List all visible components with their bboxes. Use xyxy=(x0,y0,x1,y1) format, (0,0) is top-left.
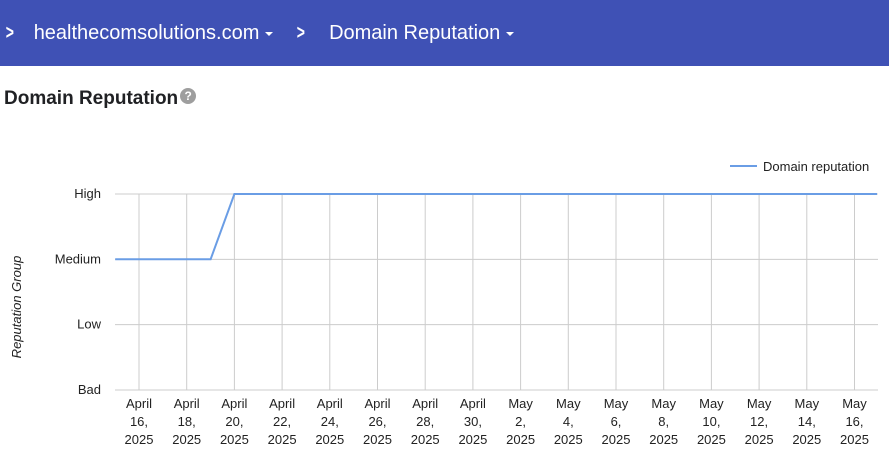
caret-down-icon xyxy=(265,32,274,36)
y-tick-label: Medium xyxy=(55,251,101,266)
legend-label: Domain reputation xyxy=(763,159,869,174)
x-tick-label: May 8, 2025 xyxy=(649,396,678,447)
y-tick-label: Low xyxy=(77,317,101,332)
y-tick-label: Bad xyxy=(78,382,101,397)
x-tick-label: May 14, 2025 xyxy=(792,396,821,447)
reputation-chart: Bad Low Medium High April 16, 2025 April 18, 2025… xyxy=(9,159,878,447)
domain-selector-label: healthecomsolutions.com xyxy=(33,21,260,44)
chevron-right-icon: > xyxy=(297,21,306,44)
y-axis-title: Reputation Group xyxy=(9,256,24,359)
series-line-domain-reputation xyxy=(115,193,877,261)
x-tick-label: May 10, 2025 xyxy=(697,396,726,447)
page-title-text: Domain Reputation xyxy=(4,88,179,109)
help-icon[interactable]: ? xyxy=(180,88,197,104)
y-tick-label: High xyxy=(74,186,101,201)
x-tick-label: May 16, 2025 xyxy=(840,396,869,447)
top-navigation-bar: > healthecomsolutions.com > Domain Reput… xyxy=(0,0,889,66)
x-tick-label: April 26, 2025 xyxy=(363,396,392,447)
page-title: Domain Reputation ? xyxy=(4,88,197,110)
x-tick-label: April 30, 2025 xyxy=(458,396,487,447)
chevron-right-icon: > xyxy=(5,21,14,44)
x-tick-label: May 6, 2025 xyxy=(602,396,631,447)
x-tick-label: April 18, 2025 xyxy=(172,396,201,447)
caret-down-icon xyxy=(506,32,515,36)
x-tick-label: April 16, 2025 xyxy=(125,396,154,447)
section-selector-label: Domain Reputation xyxy=(329,21,501,44)
domain-selector[interactable]: healthecomsolutions.com xyxy=(34,22,274,45)
x-tick-label: April 22, 2025 xyxy=(268,396,297,447)
section-selector[interactable]: Domain Reputation xyxy=(329,21,515,45)
x-tick-label: April 24, 2025 xyxy=(315,396,344,447)
x-tick-label: April 20, 2025 xyxy=(220,396,249,447)
x-tick-label: May 4, 2025 xyxy=(554,396,583,447)
x-tick-label: May 12, 2025 xyxy=(745,396,774,447)
x-tick-label: April 28, 2025 xyxy=(411,396,440,447)
x-tick-label: May 2, 2025 xyxy=(506,396,535,447)
